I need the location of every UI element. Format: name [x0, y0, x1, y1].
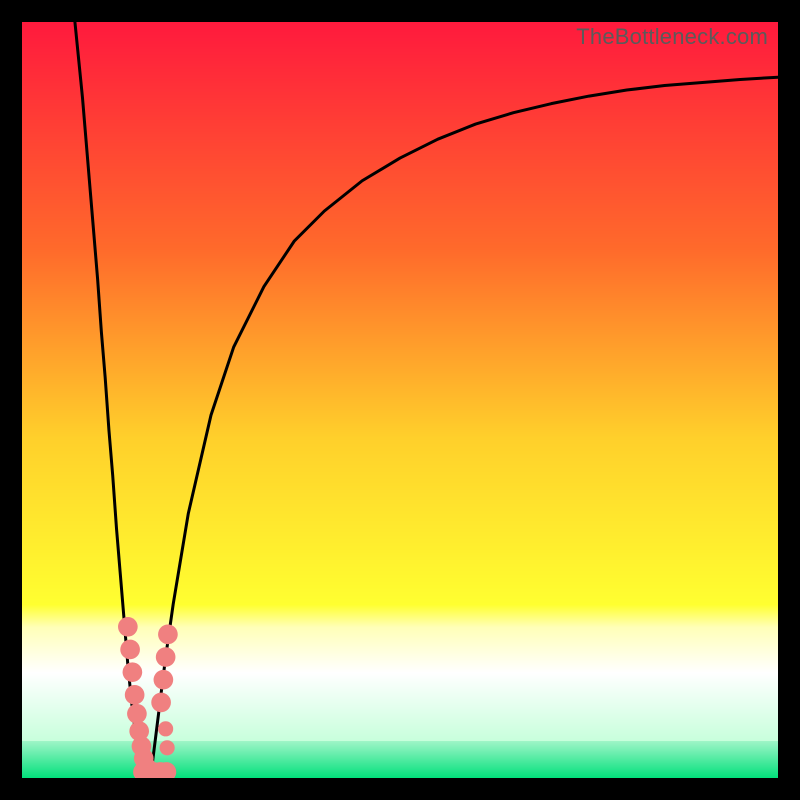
chart-frame: TheBottleneck.com: [0, 0, 800, 800]
curve-layer: [22, 22, 778, 778]
data-marker: [158, 625, 178, 645]
data-marker: [154, 670, 174, 690]
data-marker: [123, 662, 143, 682]
data-marker: [160, 740, 175, 755]
data-marker: [158, 721, 173, 736]
data-marker: [120, 640, 140, 660]
plot-area: TheBottleneck.com: [22, 22, 778, 778]
data-marker: [118, 617, 138, 637]
credit-label: TheBottleneck.com: [576, 24, 768, 50]
curve-right-branch: [151, 77, 778, 778]
data-marker: [127, 704, 147, 724]
data-marker: [156, 647, 176, 667]
data-marker: [151, 693, 171, 713]
data-marker: [125, 685, 145, 705]
